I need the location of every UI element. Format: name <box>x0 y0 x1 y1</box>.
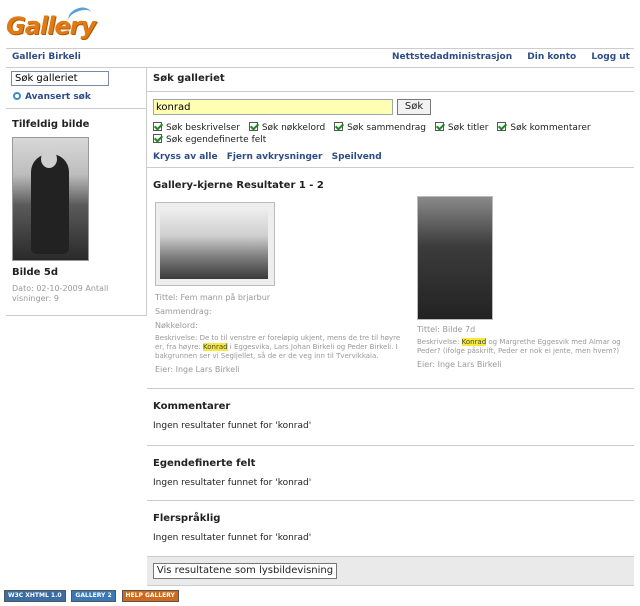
check-all-link[interactable]: Kryss av alle <box>153 152 218 162</box>
gallery-logo[interactable]: Gallery <box>6 4 106 46</box>
random-image-photo[interactable] <box>12 137 89 261</box>
main-content: Søk galleriet Søk Søk beskrivelser Søk n… <box>147 67 634 586</box>
top-links: Nettstedadministrasjon Din konto Logg ut <box>380 52 630 62</box>
divider <box>6 108 146 109</box>
result-meta-2: Tittel: Bilde 7d Beskrivelse: Konrad og … <box>417 324 627 370</box>
search-heading: Søk galleriet <box>153 73 225 84</box>
link-your-account[interactable]: Din konto <box>527 52 576 62</box>
invert-link[interactable]: Speilvend <box>332 152 382 162</box>
results-section: Gallery-kjerne Resultater 1 - 2 Tittel: … <box>147 168 634 389</box>
photo-figure <box>31 154 69 254</box>
sidebar: Avansert søk Tilfeldig bilde Bilde 5d Da… <box>6 67 147 316</box>
random-image-meta: Dato: 02-10-2009 Antall visninger: 9 <box>12 284 109 303</box>
result-1-summary: Sammendrag: <box>155 307 212 316</box>
custom-fields-heading: Egendefinerte felt <box>153 458 256 469</box>
search-form-section: Søk galleriet Søk Søk beskrivelser Søk n… <box>147 67 634 168</box>
search-button[interactable]: Søk <box>397 99 431 115</box>
custom-fields-no-results: Ingen resultater funnet for 'konrad' <box>153 478 312 488</box>
option-comments[interactable]: Søk kommentarer <box>497 122 591 133</box>
option-titles[interactable]: Søk titler <box>434 122 488 133</box>
uncheck-all-link[interactable]: Fjern avkrysninger <box>227 152 323 162</box>
badge-w3c-xhtml[interactable]: W3C XHTML 1.0 <box>4 590 66 602</box>
results-heading: Gallery-kjerne Resultater 1 - 2 <box>153 180 324 191</box>
divider <box>147 91 634 92</box>
result-1-keywords: Nøkkelord: <box>155 321 198 330</box>
advanced-search-label: Avansert søk <box>25 92 91 102</box>
option-keywords[interactable]: Søk nøkkelord <box>248 122 325 133</box>
random-image-name[interactable]: Bilde 5d <box>12 267 58 278</box>
slideshow-button[interactable]: Vis resultatene som lysbildevisning <box>153 563 337 579</box>
checkbox-checked-icon[interactable] <box>434 122 444 131</box>
advanced-search-link[interactable]: Avansert søk <box>13 92 91 102</box>
slideshow-bar: Vis resultatene som lysbildevisning <box>147 557 634 586</box>
result-thumbnail-1[interactable] <box>155 202 275 286</box>
result-1-description: Beskrivelse: De to til venstre er forelø… <box>155 334 401 360</box>
site-title[interactable]: Galleri Birkeli <box>12 52 81 62</box>
badge-help-gallery[interactable]: HELP GALLERY <box>121 590 179 602</box>
result-1-title: Tittel: Fem mann på brjarbur <box>155 293 271 302</box>
option-summaries[interactable]: Søk sammendrag <box>334 122 426 133</box>
result-2-description: Beskrivelse: Konrad og Margrethe Eggesvi… <box>417 338 621 355</box>
result-2-title: Tittel: Bilde 7d <box>417 325 476 334</box>
badge-gallery2[interactable]: GALLERY 2 <box>71 590 116 602</box>
checkbox-checked-icon[interactable] <box>334 122 344 131</box>
result-thumbnail-2[interactable] <box>417 196 493 320</box>
photo-face <box>41 150 57 168</box>
comments-heading: Kommentarer <box>153 401 231 412</box>
search-options: Søk beskrivelser Søk nøkkelord Søk samme… <box>153 122 628 146</box>
custom-fields-section: Egendefinerte felt Ingen resultater funn… <box>147 446 634 501</box>
magnifier-icon <box>13 92 21 100</box>
top-bar: Galleri Birkeli Nettstedadministrasjon D… <box>6 48 634 68</box>
multilingual-section: Flerspråklig Ingen resultater funnet for… <box>147 501 634 557</box>
result-meta-1: Tittel: Fem mann på brjarbur Sammendrag:… <box>155 292 410 375</box>
photo-boat <box>160 207 268 279</box>
multilingual-heading: Flerspråklig <box>153 513 221 524</box>
result-2-owner: Eier: Inge Lars Birkeli <box>417 360 502 369</box>
checkbox-checked-icon[interactable] <box>153 134 162 143</box>
checkbox-checked-icon[interactable] <box>153 122 162 131</box>
option-links: Kryss av alle Fjern avkrysninger Speilve… <box>153 152 388 162</box>
result-1-owner: Eier: Inge Lars Birkeli <box>155 365 240 374</box>
checkbox-checked-icon[interactable] <box>497 122 507 131</box>
sidebar-search-input[interactable] <box>11 71 109 86</box>
comments-no-results: Ingen resultater funnet for 'konrad' <box>153 421 312 431</box>
highlight: Konrad <box>461 338 487 346</box>
multilingual-no-results: Ingen resultater funnet for 'konrad' <box>153 533 312 543</box>
link-logout[interactable]: Logg ut <box>591 52 630 62</box>
comments-section: Kommentarer Ingen resultater funnet for … <box>147 389 634 446</box>
search-query-input[interactable] <box>153 99 393 115</box>
highlight: Konrad <box>202 343 228 351</box>
option-descriptions[interactable]: Søk beskrivelser <box>153 122 240 133</box>
footer-badges: W3C XHTML 1.0 GALLERY 2 HELP GALLERY <box>4 590 182 602</box>
link-site-admin[interactable]: Nettstedadministrasjon <box>392 52 512 62</box>
option-custom-fields[interactable]: Søk egendefinerte felt <box>153 134 266 145</box>
checkbox-checked-icon[interactable] <box>248 122 258 131</box>
random-image-title: Tilfeldig bilde <box>12 119 90 130</box>
